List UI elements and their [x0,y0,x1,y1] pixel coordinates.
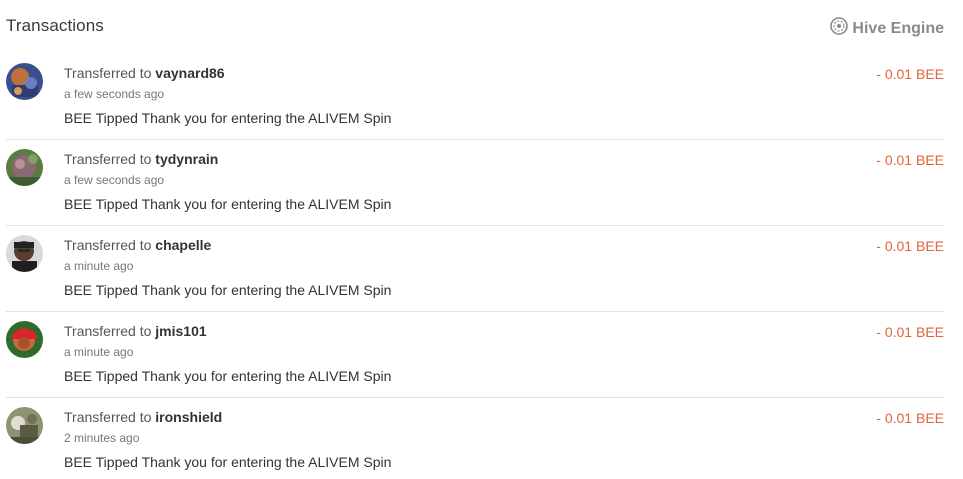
transfer-line: Transferred to ironshield [64,409,222,425]
amount: - 0.01 BEE [876,324,944,340]
memo: BEE Tipped Thank you for entering the AL… [64,454,392,470]
avatar[interactable] [6,149,43,186]
amount: - 0.01 BEE [876,410,944,426]
timestamp: a few seconds ago [64,173,165,187]
transfer-prefix: Transferred to [64,151,152,167]
transaction-list: Transferred to vaynard86 a few seconds a… [6,54,944,479]
recipient-link[interactable]: vaynard86 [155,65,224,81]
timestamp: a few seconds ago [64,87,165,101]
transaction-row: Transferred to tydynrain a few seconds a… [6,140,944,226]
amount: - 0.01 BEE [876,152,944,168]
transaction-row: Transferred to chapelle a minute ago BEE… [6,226,944,312]
transaction-row: Transferred to vaynard86 a few seconds a… [6,54,944,140]
page-title: Transactions [6,16,104,35]
transactions-header: Transactions Hive Engine [6,0,944,54]
avatar[interactable] [6,63,43,100]
transfer-line: Transferred to chapelle [64,237,211,253]
memo: BEE Tipped Thank you for entering the AL… [64,110,392,126]
transfer-line: Transferred to jmis101 [64,323,207,339]
avatar[interactable] [6,321,43,358]
hive-engine-icon [830,17,852,40]
recipient-link[interactable]: jmis101 [155,323,206,339]
recipient-link[interactable]: tydynrain [155,151,218,167]
timestamp: a minute ago [64,259,134,273]
transfer-prefix: Transferred to [64,409,152,425]
recipient-link[interactable]: chapelle [155,237,211,253]
amount: - 0.01 BEE [876,238,944,254]
transactions-panel: Transactions Hive Engine Transferred to … [0,0,963,479]
transaction-row: Transferred to jmis101 a minute ago BEE … [6,312,944,398]
transfer-line: Transferred to vaynard86 [64,65,225,81]
memo: BEE Tipped Thank you for entering the AL… [64,196,392,212]
avatar[interactable] [6,407,43,444]
transfer-prefix: Transferred to [64,323,152,339]
recipient-link[interactable]: ironshield [155,409,222,425]
memo: BEE Tipped Thank you for entering the AL… [64,282,392,298]
timestamp: a minute ago [64,345,134,359]
avatar[interactable] [6,235,43,272]
timestamp: 2 minutes ago [64,431,140,445]
memo: BEE Tipped Thank you for entering the AL… [64,368,392,384]
hive-engine-link[interactable]: Hive Engine [830,17,944,40]
transfer-prefix: Transferred to [64,237,152,253]
hive-engine-label: Hive Engine [852,19,944,37]
transaction-row: Transferred to ironshield 2 minutes ago … [6,398,944,479]
transfer-line: Transferred to tydynrain [64,151,218,167]
transfer-prefix: Transferred to [64,65,152,81]
amount: - 0.01 BEE [876,66,944,82]
